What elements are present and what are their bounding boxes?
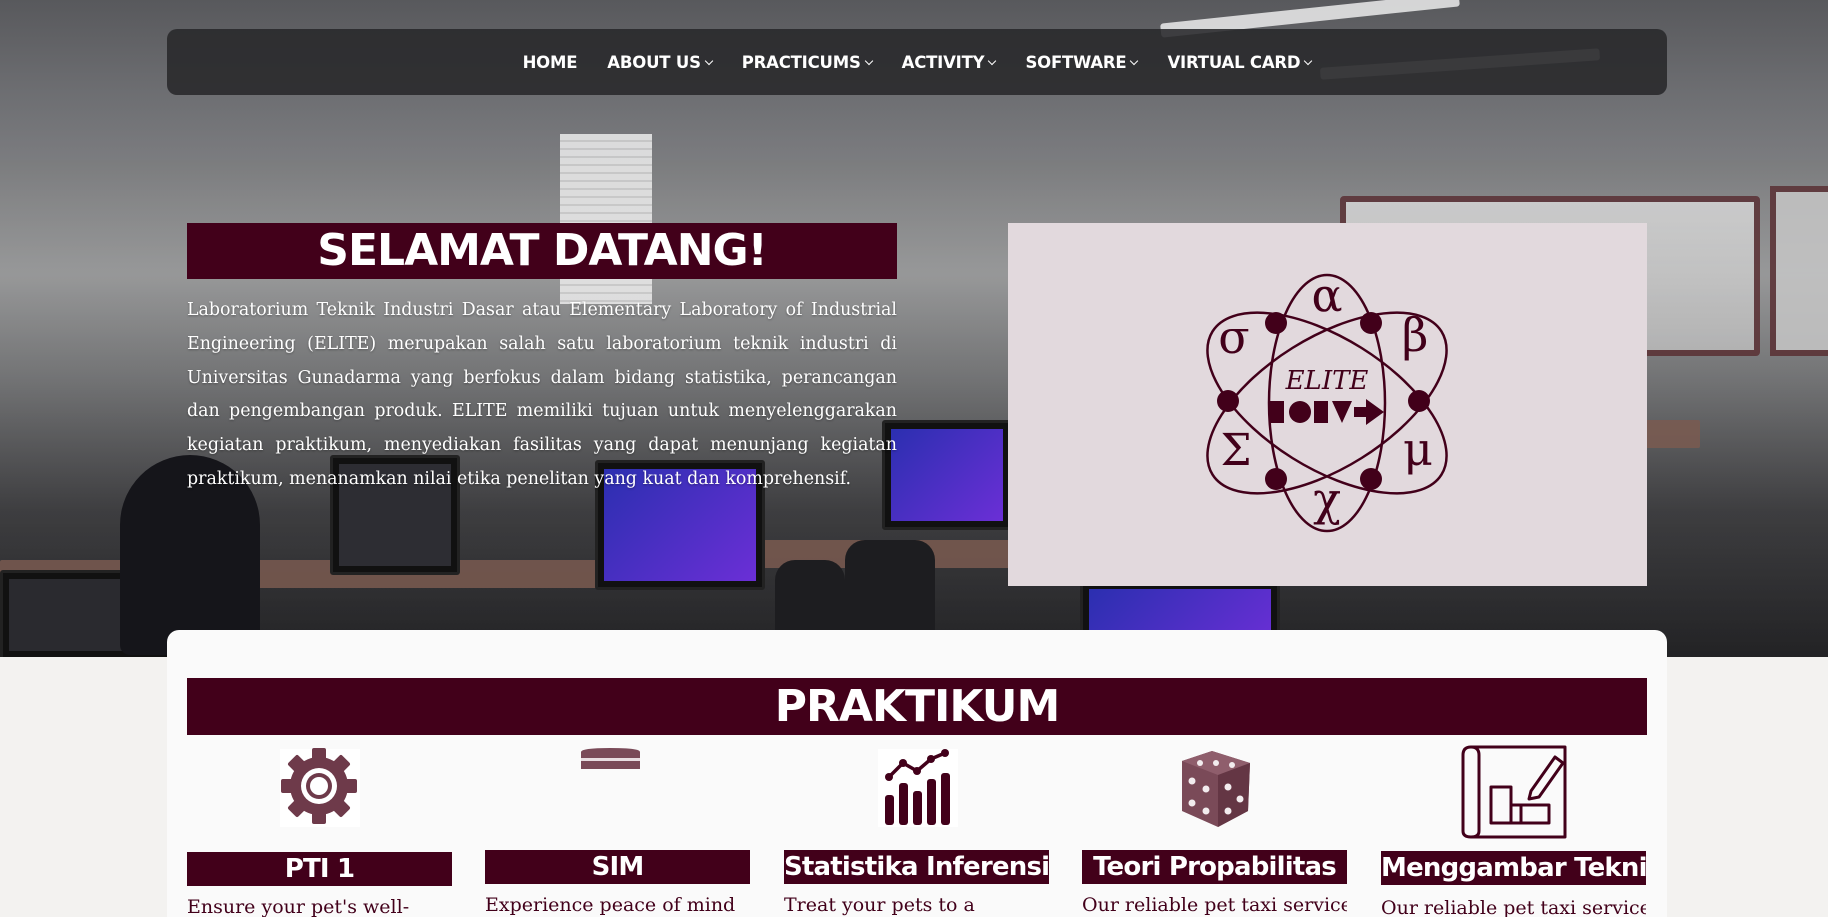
logo-node xyxy=(1217,390,1239,412)
logo-shape-arrow xyxy=(1366,399,1384,425)
chevron-down-icon xyxy=(1304,56,1313,65)
monitor xyxy=(882,420,1012,530)
nav-about-us[interactable]: ABOUT US xyxy=(592,53,726,72)
chevron-down-icon xyxy=(704,56,713,65)
logo-sigma-capital: Σ xyxy=(1220,425,1251,476)
practicum-desc: Treat your pets to a xyxy=(784,894,975,916)
practicum-label: SIM xyxy=(485,850,750,884)
bar-chart-icon xyxy=(784,745,1049,845)
dice-icon xyxy=(1082,745,1347,845)
logo-mu: μ xyxy=(1403,422,1433,476)
logo-node xyxy=(1408,390,1430,412)
logo-node xyxy=(1360,468,1382,490)
logo-node xyxy=(1265,312,1287,334)
welcome-title: SELAMAT DATANG! xyxy=(187,223,897,279)
practicum-desc: Ensure your pet's well- xyxy=(187,896,410,917)
logo-shape-square xyxy=(1270,401,1284,423)
welcome-text: Laboratorium Teknik Industri Dasar atau … xyxy=(187,300,897,489)
logo-alpha: α xyxy=(1311,268,1342,322)
nav-label: SOFTWARE xyxy=(1025,52,1127,72)
nav-label: HOME xyxy=(522,52,578,72)
nav-label: ACTIVITY xyxy=(901,52,985,72)
logo-shape-circle xyxy=(1289,401,1311,423)
nav-practicums[interactable]: PRACTICUMS xyxy=(727,53,887,72)
nav-label: ABOUT US xyxy=(607,52,701,72)
elite-logo: α β σ Σ μ χ ELITE xyxy=(1206,268,1448,533)
main-navbar: HOME ABOUT US PRACTICUMS ACTIVITY SOFTWA… xyxy=(167,29,1667,95)
logo-shape-bar xyxy=(1354,407,1368,417)
practicum-label: Menggambar Teknik xyxy=(1381,851,1646,885)
nav-home[interactable]: HOME xyxy=(508,53,593,72)
logo-shape-triangle xyxy=(1332,401,1352,423)
nav-label: PRACTICUMS xyxy=(741,52,861,72)
nav-virtual-card[interactable]: VIRTUAL CARD xyxy=(1152,53,1326,72)
logo-node xyxy=(1265,468,1287,490)
nav-software[interactable]: SOFTWARE xyxy=(1010,53,1152,72)
logo-node xyxy=(1360,312,1382,334)
logo-beta: β xyxy=(1402,308,1429,362)
chevron-down-icon xyxy=(864,56,873,65)
blueprint-icon xyxy=(1381,745,1646,845)
elite-logo-panel: α β σ Σ μ χ ELITE xyxy=(1008,223,1647,586)
practicum-desc: Experience peace of mind xyxy=(485,894,736,916)
praktikum-title: PRAKTIKUM xyxy=(187,678,1647,735)
whiteboard xyxy=(1770,186,1828,356)
nav-label: VIRTUAL CARD xyxy=(1167,52,1301,72)
gear-icon xyxy=(187,745,452,845)
nav-activity[interactable]: ACTIVITY xyxy=(887,53,1011,72)
logo-chi: χ xyxy=(1313,472,1341,526)
practicum-desc: Our reliable pet taxi service xyxy=(1082,894,1347,916)
logo-wordmark: ELITE xyxy=(1285,366,1369,396)
database-icon xyxy=(485,745,750,845)
practicum-desc: Our reliable pet taxi service xyxy=(1381,897,1646,917)
practicum-label: Teori Propabilitas xyxy=(1082,850,1347,884)
practicum-label: Statistika Inferensia xyxy=(784,850,1049,884)
logo-shape-square xyxy=(1314,401,1328,423)
chevron-down-icon xyxy=(1130,56,1139,65)
practicum-label: PTI 1 xyxy=(187,852,452,886)
chevron-down-icon xyxy=(988,56,997,65)
logo-sigma-small: σ xyxy=(1218,310,1249,364)
